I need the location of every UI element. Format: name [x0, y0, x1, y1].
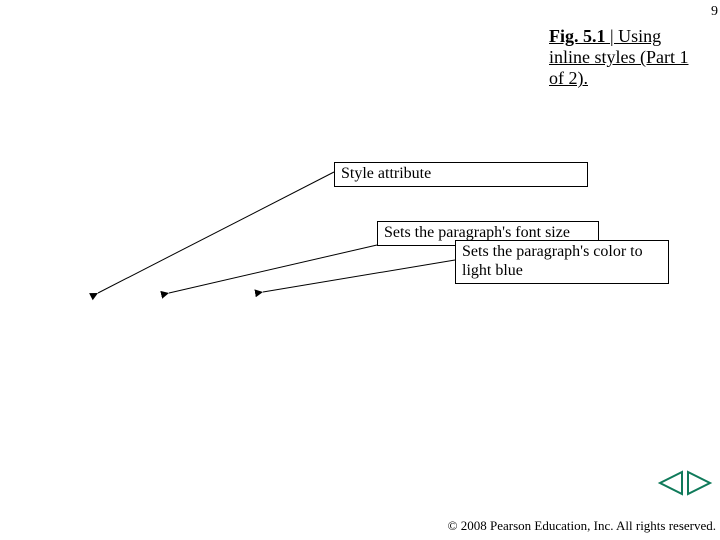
callout-style-attribute: Style attribute — [334, 162, 588, 187]
next-slide-button[interactable] — [686, 470, 714, 496]
triangle-left-icon — [656, 470, 684, 496]
slide-nav — [656, 470, 714, 496]
copyright-footer: © 2008 Pearson Education, Inc. All right… — [448, 519, 716, 534]
figure-number: Fig. 5.1 — [549, 26, 610, 46]
page-number: 9 — [711, 4, 718, 20]
triangle-right-icon — [686, 470, 714, 496]
figure-title: Fig. 5.1 | Using inline styles (Part 1 o… — [549, 26, 689, 90]
prev-slide-button[interactable] — [656, 470, 684, 496]
callout-paragraph-color: Sets the paragraph's color to light blue — [455, 240, 669, 284]
slide: 9 Fig. 5.1 | Using inline styles (Part 1… — [0, 0, 720, 540]
